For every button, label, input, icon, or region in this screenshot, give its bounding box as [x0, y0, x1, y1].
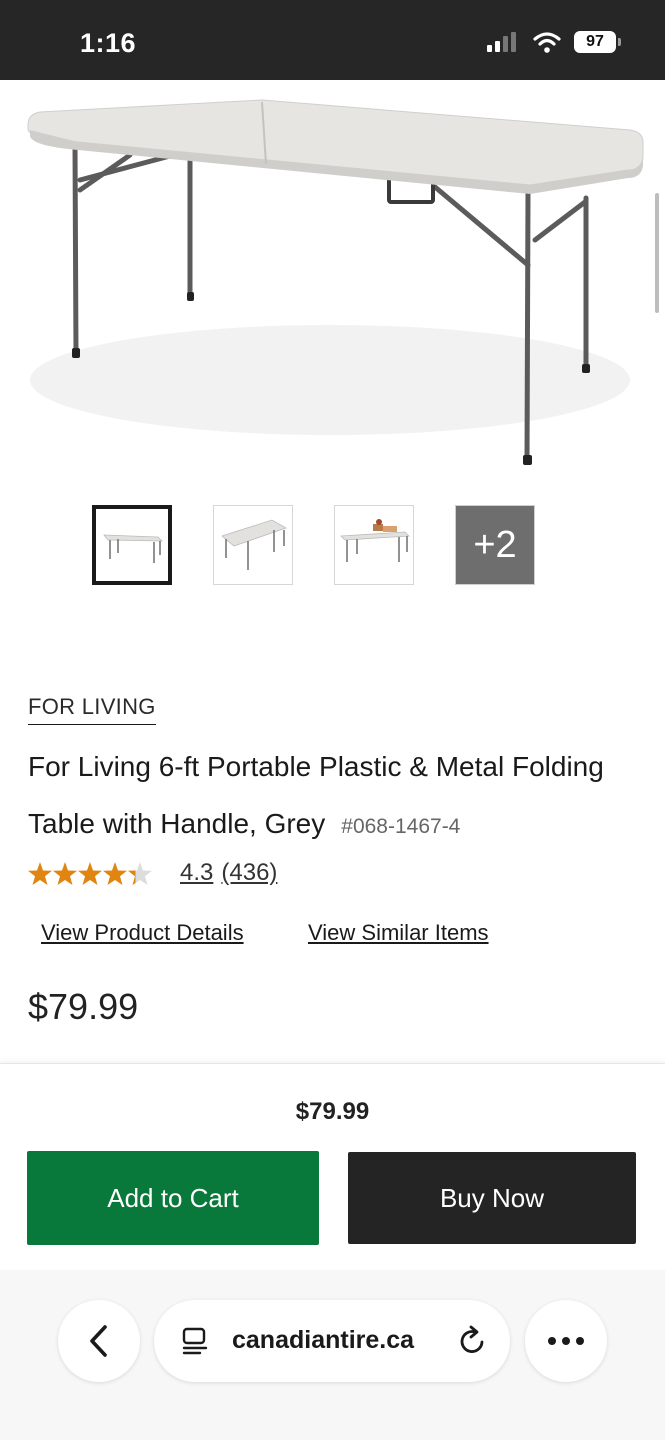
brand-link[interactable]: FOR LIVING	[28, 694, 156, 725]
product-price: $79.99	[28, 986, 139, 1027]
thumbnail-3[interactable]	[334, 505, 414, 585]
product-main-image[interactable]	[0, 80, 665, 490]
back-icon	[90, 1325, 107, 1357]
product-sku: #068-1467-4	[341, 815, 461, 838]
reload-icon[interactable]	[457, 1325, 489, 1357]
page-icon	[182, 1327, 208, 1355]
product-title-text: For Living 6-ft Portable Plastic & Metal…	[28, 751, 604, 839]
more-images-label: +2	[473, 523, 517, 566]
battery-level: 97	[574, 31, 616, 53]
thumb-table-front	[103, 534, 163, 563]
thumbnail-1[interactable]	[92, 505, 172, 585]
status-bar: 1:16 97	[0, 0, 665, 80]
buy-now-button[interactable]: Buy Now	[348, 1152, 636, 1244]
view-similar-items-link[interactable]: View Similar Items	[308, 920, 489, 946]
more-icon	[548, 1337, 584, 1345]
address-bar[interactable]: canadiantire.ca	[154, 1300, 510, 1382]
status-time: 1:16	[80, 28, 137, 58]
url-text: canadiantire.ca	[232, 1326, 415, 1354]
thumbnail-2[interactable]	[213, 505, 293, 585]
review-count[interactable]: (436)	[221, 859, 277, 887]
more-options-button[interactable]	[525, 1300, 607, 1382]
rating-value[interactable]: 4.3	[180, 859, 213, 887]
wifi-icon	[533, 32, 561, 53]
signal-icon	[487, 32, 516, 52]
thumb-table-with-items	[340, 519, 410, 562]
product-title: For Living 6-ft Portable Plastic & Metal…	[28, 738, 648, 855]
sticky-price: $79.99	[295, 1098, 370, 1125]
back-button[interactable]	[58, 1300, 140, 1382]
thumb-table-angle	[221, 519, 287, 570]
add-to-cart-button[interactable]: Add to Cart	[27, 1151, 319, 1245]
view-product-details-link[interactable]: View Product Details	[41, 920, 244, 946]
battery-icon: 97	[574, 31, 621, 53]
scroll-indicator[interactable]	[655, 193, 659, 313]
thumbnail-strip: +2	[92, 505, 537, 587]
status-icons: 97	[486, 31, 621, 53]
thumbnail-more[interactable]: +2	[455, 505, 535, 585]
star-rating-icon	[28, 862, 152, 885]
rating-row[interactable]: 4.3 (436)	[28, 855, 277, 891]
